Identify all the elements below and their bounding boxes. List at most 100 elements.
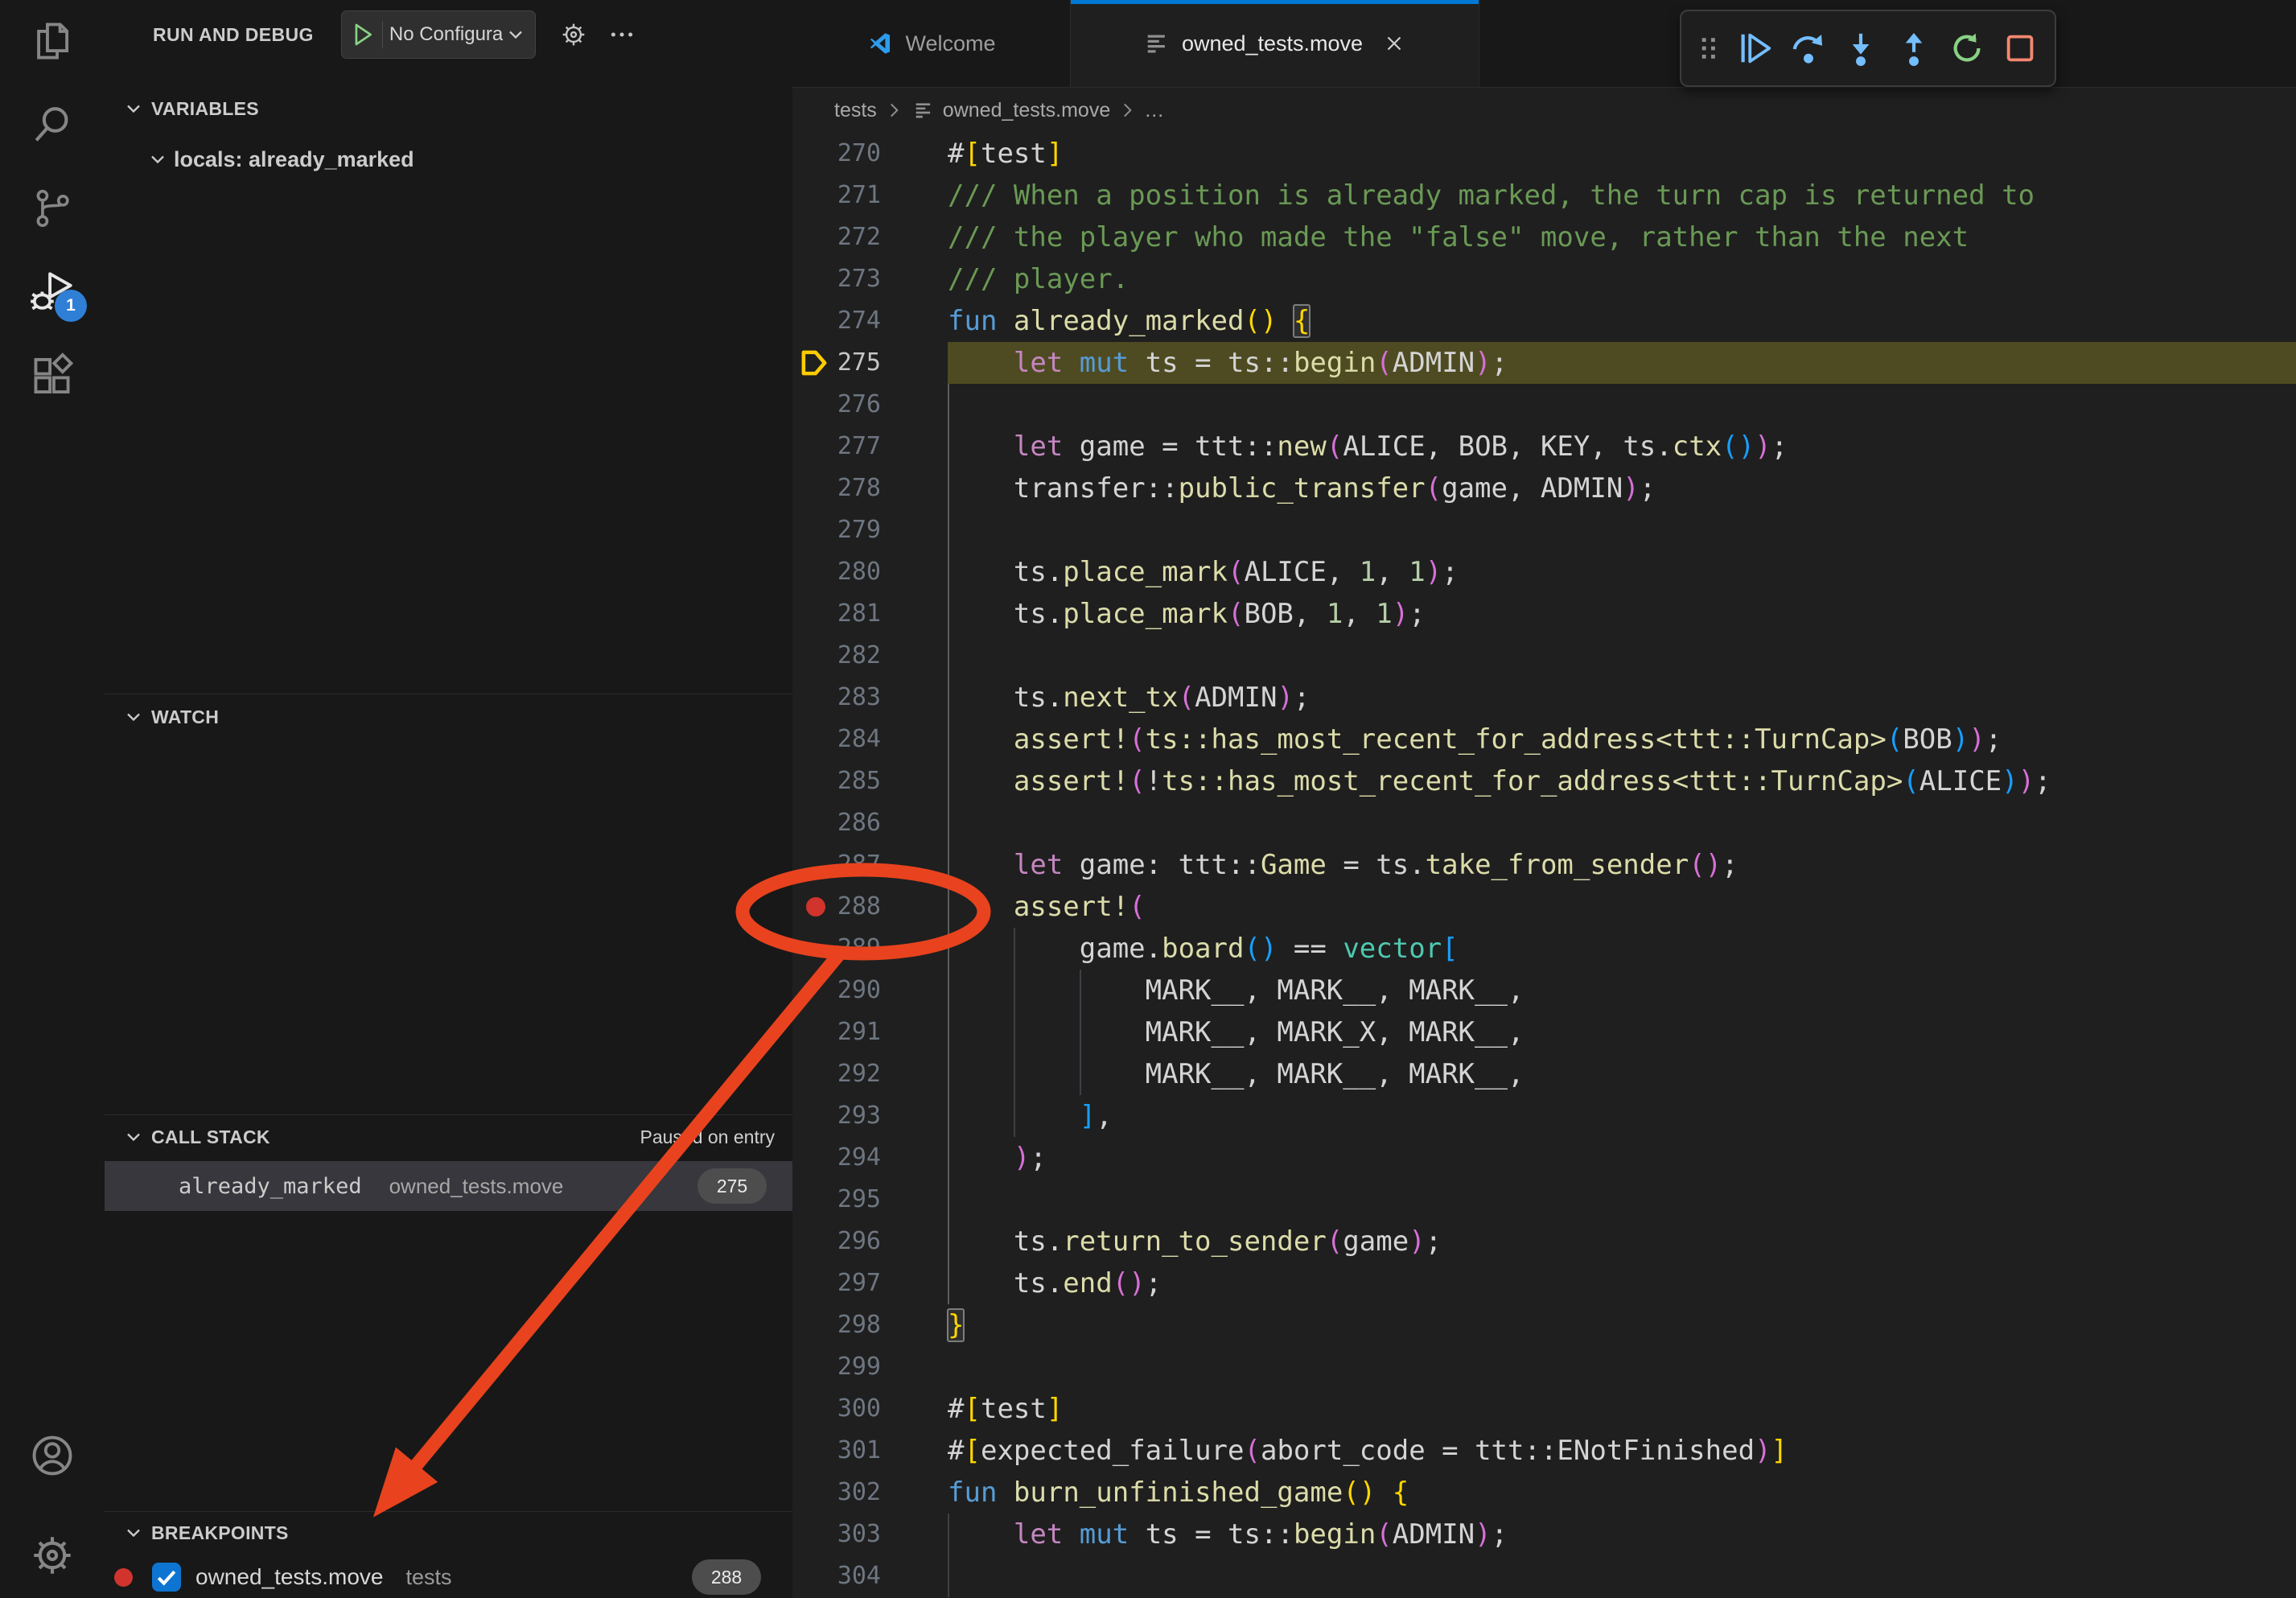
code-line-text[interactable]: MARK__, MARK_X, MARK__,	[948, 1011, 2296, 1053]
code-line-text[interactable]: transfer::public_transfer(game, ADMIN);	[948, 467, 2296, 509]
code-line-text[interactable]	[948, 635, 2296, 677]
code-line-text[interactable]: fun burn_unfinished_game() {	[948, 1472, 2296, 1514]
start-debugging-icon[interactable]	[348, 21, 383, 48]
code-line-text[interactable]: assert!(	[948, 886, 2296, 928]
activity-explorer-icon[interactable]	[29, 18, 76, 64]
breakpoint-gutter[interactable]: 276	[792, 384, 948, 426]
breakpoint-gutter[interactable]: 302	[792, 1472, 948, 1514]
breakpoints-section-header[interactable]: BREAKPOINTS	[105, 1511, 792, 1554]
tab-welcome[interactable]: Welcome	[792, 0, 1071, 87]
breakpoint-gutter[interactable]: 304	[792, 1555, 948, 1597]
code-line-text[interactable]: fun already_marked() {	[948, 300, 2296, 342]
breakpoint-gutter[interactable]: 278	[792, 467, 948, 509]
activity-search-icon[interactable]	[29, 101, 76, 148]
breakpoint-gutter[interactable]: 300	[792, 1388, 948, 1430]
code-line-text[interactable]: assert!(ts::has_most_recent_for_address<…	[948, 719, 2296, 760]
breakpoint-gutter[interactable]: 292	[792, 1053, 948, 1095]
activity-extensions-icon[interactable]	[29, 352, 76, 399]
breakpoint-gutter[interactable]: 290	[792, 970, 948, 1011]
code-line-text[interactable]	[948, 509, 2296, 551]
breakpoint-gutter[interactable]: 277	[792, 426, 948, 467]
code-line-text[interactable]: /// player.	[948, 258, 2296, 300]
breakpoint-enabled-checkbox[interactable]	[152, 1563, 181, 1592]
breakpoint-gutter[interactable]: 295	[792, 1179, 948, 1221]
code-line-text[interactable]	[948, 1179, 2296, 1221]
call-stack-section-header[interactable]: CALL STACK Paused on entry	[105, 1114, 792, 1159]
debug-configuration-dropdown[interactable]: No Configura	[341, 10, 536, 59]
breakpoint-gutter[interactable]: 284	[792, 719, 948, 760]
breakpoint-gutter[interactable]: 273	[792, 258, 948, 300]
code-line-text[interactable]: MARK__, MARK__, MARK__,	[948, 1053, 2296, 1095]
code-line-text[interactable]: #[test]	[948, 133, 2296, 175]
breakpoint-icon[interactable]	[806, 897, 825, 916]
breakpoint-gutter[interactable]: 299	[792, 1346, 948, 1388]
debug-step-over-button[interactable]	[1783, 23, 1833, 73]
code-line-text[interactable]: assert!(!ts::has_most_recent_for_address…	[948, 760, 2296, 802]
code-line-text[interactable]: ],	[948, 1095, 2296, 1137]
debug-step-into-button[interactable]	[1836, 23, 1886, 73]
code-line-text[interactable]: ts.next_tx(ADMIN);	[948, 677, 2296, 719]
code-line-text[interactable]: ts.end();	[948, 1262, 2296, 1304]
breakpoint-gutter[interactable]: 282	[792, 635, 948, 677]
breakpoint-gutter[interactable]: 301	[792, 1430, 948, 1472]
breakpoint-list-item[interactable]: owned_tests.move tests 288	[105, 1556, 792, 1598]
variables-scope-row[interactable]: locals: already_marked	[105, 138, 792, 180]
code-line-text[interactable]	[948, 1346, 2296, 1388]
breakpoint-gutter[interactable]: 293	[792, 1095, 948, 1137]
breakpoint-gutter[interactable]: 270	[792, 133, 948, 175]
code-line-text[interactable]: game.board() == vector[	[948, 928, 2296, 970]
close-tab-icon[interactable]	[1382, 31, 1406, 56]
debug-settings-gear-icon[interactable]	[560, 21, 587, 48]
breakpoint-gutter[interactable]: 286	[792, 802, 948, 844]
code-line-text[interactable]: let game = ttt::new(ALICE, BOB, KEY, ts.…	[948, 426, 2296, 467]
breakpoint-gutter[interactable]: 298	[792, 1304, 948, 1346]
debug-restart-button[interactable]	[1942, 23, 1992, 73]
breakpoint-gutter[interactable]: 296	[792, 1221, 948, 1262]
code-line-text[interactable]: ts.return_to_sender(game);	[948, 1221, 2296, 1262]
activity-accounts-icon[interactable]	[29, 1432, 76, 1479]
code-line-text[interactable]: let mut ts = ts::begin(ADMIN);	[948, 342, 2296, 384]
code-line-text[interactable]: ts.place_mark(ALICE, 1, 1);	[948, 551, 2296, 593]
watch-section-header[interactable]: WATCH	[105, 694, 792, 739]
breakpoint-gutter[interactable]: 272	[792, 216, 948, 258]
breakpoint-gutter[interactable]: 297	[792, 1262, 948, 1304]
debug-continue-button[interactable]	[1730, 23, 1780, 73]
breakpoint-gutter[interactable]: 283	[792, 677, 948, 719]
code-line-text[interactable]	[948, 802, 2296, 844]
breakpoint-gutter[interactable]: 279	[792, 509, 948, 551]
breakpoint-gutter[interactable]: 274	[792, 300, 948, 342]
debug-stop-button[interactable]	[1995, 23, 2045, 73]
activity-settings-gear-icon[interactable]	[29, 1532, 76, 1579]
breakpoint-gutter[interactable]: 289	[792, 928, 948, 970]
code-line-text[interactable]: /// the player who made the "false" move…	[948, 216, 2296, 258]
code-line-text[interactable]	[948, 384, 2296, 426]
code-line-text[interactable]: #[test]	[948, 1388, 2296, 1430]
breakpoint-gutter[interactable]: 275	[792, 342, 948, 384]
tab-owned-tests-move[interactable]: owned_tests.move	[1071, 0, 1479, 87]
breakpoint-gutter[interactable]: 294	[792, 1137, 948, 1179]
breakpoint-gutter[interactable]: 303	[792, 1514, 948, 1555]
activity-source-control-icon[interactable]	[29, 185, 76, 232]
variables-section-header[interactable]: VARIABLES	[105, 89, 792, 129]
code-line-text[interactable]: );	[948, 1137, 2296, 1179]
code-line-text[interactable]: ts.place_mark(BOB, 1, 1);	[948, 593, 2296, 635]
call-stack-frame-row[interactable]: already_marked owned_tests.move 275	[105, 1161, 792, 1211]
breakpoint-gutter[interactable]: 287	[792, 844, 948, 886]
debug-step-out-button[interactable]	[1889, 23, 1939, 73]
toolbar-drag-handle-icon[interactable]	[1691, 23, 1726, 73]
views-more-actions-icon[interactable]	[608, 21, 636, 48]
breakpoint-gutter[interactable]: 285	[792, 760, 948, 802]
code-line-text[interactable]: MARK__, MARK__, MARK__,	[948, 970, 2296, 1011]
code-line-text[interactable]	[948, 1555, 2296, 1597]
breadcrumb-symbol-ellipsis[interactable]: …	[1144, 99, 1164, 122]
breadcrumb-file[interactable]: owned_tests.move	[943, 99, 1110, 122]
activity-run-and-debug-icon[interactable]: 1	[29, 269, 76, 315]
code-line-text[interactable]: }	[948, 1304, 2296, 1346]
breakpoint-gutter[interactable]: 280	[792, 551, 948, 593]
code-line-text[interactable]: /// When a position is already marked, t…	[948, 175, 2296, 216]
breakpoint-gutter[interactable]: 291	[792, 1011, 948, 1053]
breakpoint-gutter[interactable]: 271	[792, 175, 948, 216]
code-line-text[interactable]: let game: ttt::Game = ts.take_from_sende…	[948, 844, 2296, 886]
code-line-text[interactable]: let mut ts = ts::begin(ADMIN);	[948, 1514, 2296, 1555]
breakpoint-gutter[interactable]: 281	[792, 593, 948, 635]
